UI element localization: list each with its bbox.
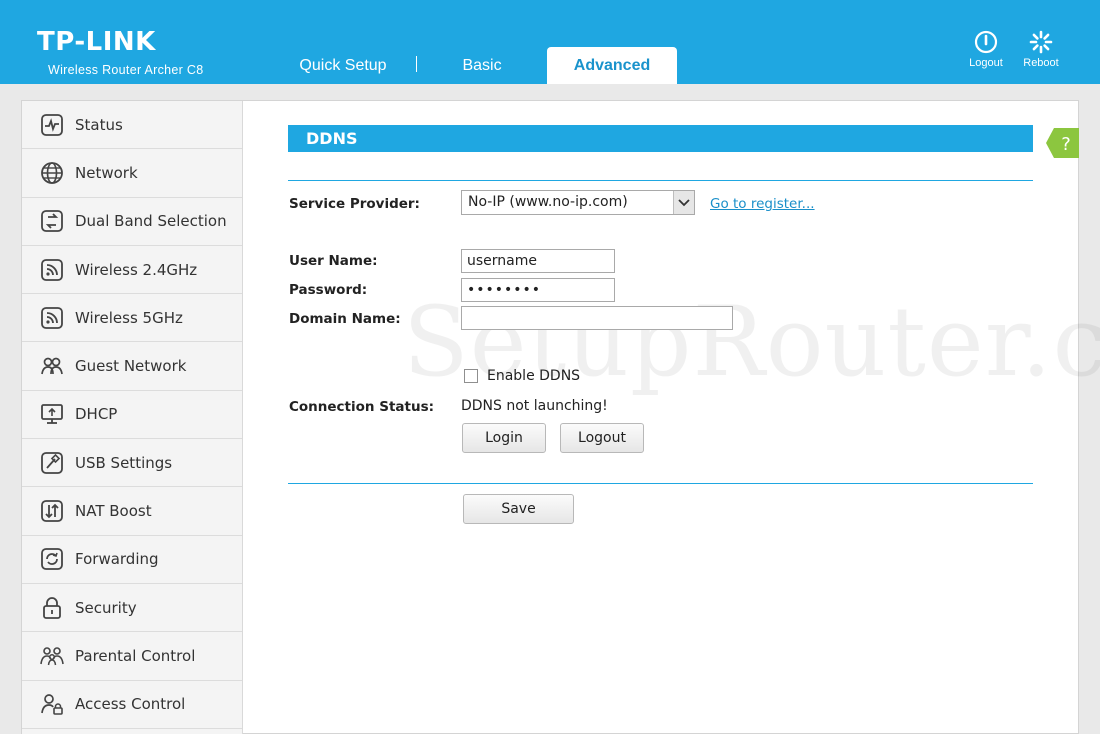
tab-basic[interactable]: Basic xyxy=(417,47,547,84)
logout-button[interactable]: Logout xyxy=(560,423,644,453)
connection-status-value: DDNS not launching! xyxy=(461,398,608,414)
sidebar-item-label: Status xyxy=(75,115,123,134)
user-lock-icon xyxy=(40,692,64,716)
username-label: User Name: xyxy=(289,253,378,269)
section-title: DDNS xyxy=(288,125,1033,152)
sidebar-item-label: DHCP xyxy=(75,405,118,424)
pulse-icon xyxy=(40,113,64,137)
sidebar-item-label: Dual Band Selection xyxy=(75,212,227,231)
sidebar-item-label: Wireless 5GHz xyxy=(75,308,183,327)
sidebar-item-label: Parental Control xyxy=(75,646,196,665)
header-logout-button[interactable]: Logout xyxy=(963,30,1009,69)
connection-status-label: Connection Status: xyxy=(289,399,435,415)
updown-icon xyxy=(40,499,64,523)
sidebar-item-security[interactable]: Security xyxy=(22,583,242,633)
sidebar-item-label: Wireless 2.4GHz xyxy=(75,260,198,279)
service-provider-value: No-IP (www.no-ip.com) xyxy=(468,194,628,210)
bottom-divider xyxy=(288,483,1033,484)
power-icon xyxy=(974,30,998,54)
sidebar-item-parental-control[interactable]: Parental Control xyxy=(22,632,242,681)
spinner-icon xyxy=(1029,30,1053,54)
sidebar-item-nat-boost[interactable]: NAT Boost xyxy=(22,487,242,536)
enable-ddns-label[interactable]: Enable DDNS xyxy=(487,368,580,384)
wifi-icon xyxy=(40,306,64,330)
globe-icon xyxy=(40,161,64,185)
main-panel: SetupRouter.com DDNS ? Service Provider:… xyxy=(243,101,1100,734)
header-bar: TP-LINK Wireless Router Archer C8 Quick … xyxy=(0,0,1100,84)
sidebar-item-label: Guest Network xyxy=(75,357,187,376)
username-input[interactable]: username xyxy=(461,249,615,273)
domain-name-label: Domain Name: xyxy=(289,311,401,327)
top-tabs: Quick Setup Basic Advanced xyxy=(270,47,677,84)
enable-ddns-checkbox[interactable] xyxy=(464,369,478,383)
sidebar-item-label: Security xyxy=(75,598,137,617)
forward-icon xyxy=(40,547,64,571)
router-model: Wireless Router Archer C8 xyxy=(48,63,204,77)
content-frame: Status Network Dual Band Selection Wirel… xyxy=(21,100,1100,734)
save-button[interactable]: Save xyxy=(463,494,574,524)
header-reboot-button[interactable]: Reboot xyxy=(1018,30,1064,69)
sidebar-item-guest-network[interactable]: Guest Network xyxy=(22,342,242,391)
sidebar: Status Network Dual Band Selection Wirel… xyxy=(22,101,243,734)
sidebar-item-usb-settings[interactable]: USB Settings xyxy=(22,439,242,488)
sidebar-item-label: USB Settings xyxy=(75,453,173,472)
tab-quick-setup[interactable]: Quick Setup xyxy=(270,47,416,84)
sidebar-item-dhcp[interactable]: DHCP xyxy=(22,390,242,440)
sidebar-item-label: NAT Boost xyxy=(75,502,152,521)
sidebar-item-forwarding[interactable]: Forwarding xyxy=(22,535,242,584)
sidebar-item-label: Network xyxy=(75,163,138,182)
usb-icon xyxy=(40,451,64,475)
sidebar-item-wireless-5[interactable]: Wireless 5GHz xyxy=(22,294,242,343)
tab-advanced[interactable]: Advanced xyxy=(547,47,677,84)
go-to-register-link[interactable]: Go to register... xyxy=(710,196,815,212)
password-input[interactable]: •••••••• xyxy=(461,278,615,302)
domain-name-input[interactable] xyxy=(461,306,733,330)
header-logout-label: Logout xyxy=(969,57,1003,69)
tp-link-logo: TP-LINK xyxy=(37,27,156,57)
login-button[interactable]: Login xyxy=(462,423,546,453)
guests-icon xyxy=(40,354,64,378)
monitor-icon xyxy=(40,402,64,426)
help-label: ? xyxy=(1061,134,1071,155)
sidebar-item-wireless-24[interactable]: Wireless 2.4GHz xyxy=(22,245,242,295)
sidebar-item-dual-band[interactable]: Dual Band Selection xyxy=(22,197,242,246)
sidebar-item-network[interactable]: Network xyxy=(22,149,242,198)
password-label: Password: xyxy=(289,282,368,298)
family-icon xyxy=(40,644,64,668)
chevron-down-icon xyxy=(673,191,694,214)
service-provider-label: Service Provider: xyxy=(289,196,420,212)
service-provider-select[interactable]: No-IP (www.no-ip.com) xyxy=(461,190,695,215)
swap-icon xyxy=(40,209,64,233)
sidebar-item-label: Forwarding xyxy=(75,550,159,569)
sidebar-item-access-control[interactable]: Access Control xyxy=(22,680,242,729)
sidebar-item-status[interactable]: Status xyxy=(22,101,242,150)
lock-icon xyxy=(40,596,64,620)
sidebar-item-label: Access Control xyxy=(75,695,186,714)
top-divider xyxy=(288,180,1033,181)
help-icon[interactable]: ? xyxy=(1046,128,1079,158)
wifi-icon xyxy=(40,258,64,282)
header-reboot-label: Reboot xyxy=(1023,57,1059,69)
